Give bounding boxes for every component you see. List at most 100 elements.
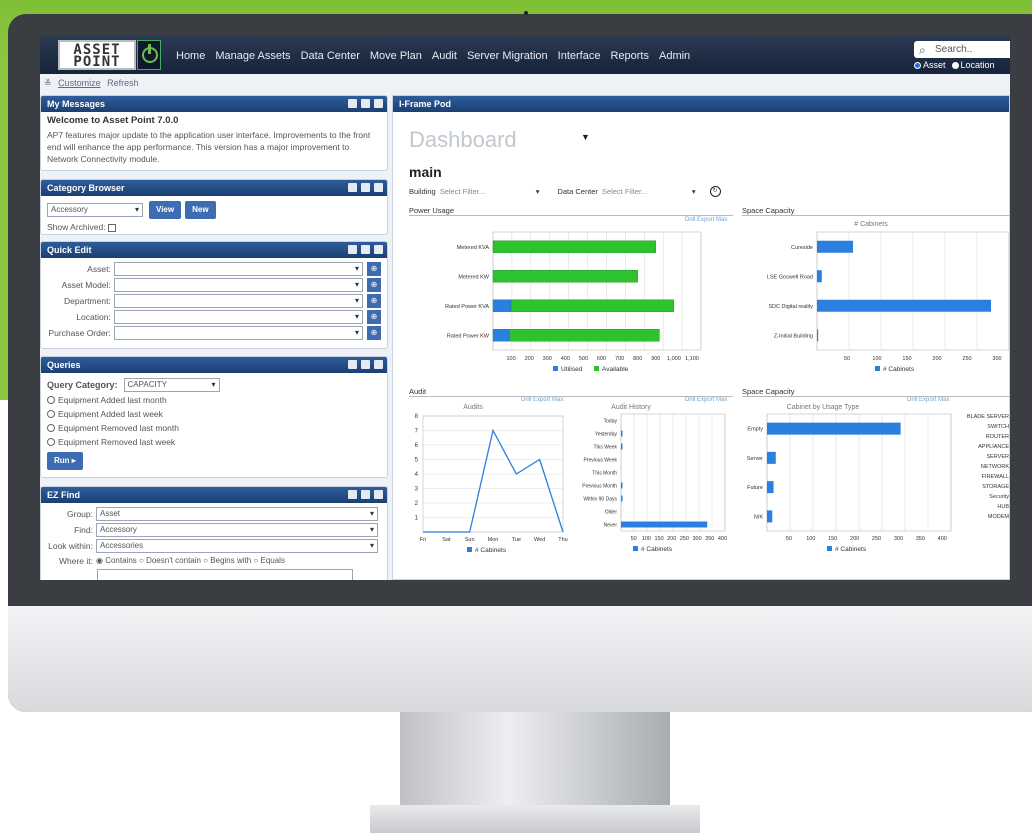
radio-location[interactable]: Location [951,60,995,70]
chart-title: Audits [463,404,483,411]
add-icon[interactable]: ⊕ [367,262,381,276]
category-label: Future [747,485,763,491]
nav-audit[interactable]: Audit [432,50,457,62]
where-contains[interactable]: ◉ Contains [96,555,137,567]
add-icon[interactable]: ⊕ [367,294,381,308]
restore-icon[interactable] [361,183,370,192]
search-input[interactable]: ⌕ Search.. [914,41,1010,58]
run-button[interactable]: Run ▸ [47,452,83,470]
category-label: Yesterday [595,432,618,438]
tick-label: Mon [488,537,499,543]
location-field[interactable] [113,310,364,324]
tick-label: 50 [631,536,637,542]
purchase-order-field[interactable] [113,326,364,340]
category-label: This Month [592,471,617,477]
side-label: Security [989,494,1009,500]
app-logo[interactable]: ASSET POINT [58,40,136,70]
category-label: Metered KVA [457,245,490,251]
panel-header: Queries [41,357,387,373]
tick-label: 200 [850,536,859,542]
queries-panel: Queries Query Category: CAPACITY Equipmen… [40,356,388,478]
nav-manage-assets[interactable]: Manage Assets [215,50,290,62]
add-icon[interactable]: ⊕ [367,310,381,324]
message-heading: Welcome to Asset Point 7.0.0 [47,115,179,126]
nav-server-migration[interactable]: Server Migration [467,50,548,62]
tick-label: 350 [705,536,714,542]
query-option[interactable]: Equipment Added last month [47,394,381,406]
where-input[interactable] [97,569,353,580]
minimize-icon[interactable] [348,99,357,108]
legend-cabinets-swatch [467,547,472,552]
radio-asset[interactable]: Asset [914,60,946,70]
tick-label: 200 [525,356,534,362]
restore-icon[interactable] [361,245,370,254]
tick-label: Fri [420,537,426,543]
find-select[interactable]: Accessory [96,523,378,537]
close-icon[interactable] [374,360,383,369]
quickedit-panel: Quick Edit Asset: ⊕ Asset Model: ⊕ Departm… [40,241,388,349]
nav-admin[interactable]: Admin [659,50,690,62]
bar-available [492,240,656,253]
tick-label: Sat [442,537,451,543]
tick-label: 200 [932,356,941,362]
restore-icon[interactable] [361,490,370,499]
asset-field[interactable] [113,262,364,276]
bar [767,510,773,523]
close-icon[interactable] [374,183,383,192]
nav-reports[interactable]: Reports [610,50,649,62]
refresh-link[interactable]: Refresh [107,78,139,88]
minimize-icon[interactable] [348,245,357,254]
nav-move-plan[interactable]: Move Plan [370,50,422,62]
show-archived-checkbox[interactable] [107,223,116,232]
bar [817,299,991,312]
where-equals[interactable]: ○ Equals [253,555,285,567]
query-option[interactable]: Equipment Removed last month [47,422,381,434]
query-option[interactable]: Equipment Added last week [47,408,381,420]
nav-interface[interactable]: Interface [558,50,601,62]
restore-icon[interactable] [361,99,370,108]
query-option[interactable]: Equipment Removed last week [47,436,381,448]
tick-label: 300 [894,536,903,542]
main-nav: Home Manage Assets Data Center Move Plan… [176,50,690,62]
category-panel: Category Browser Accessory View New Show… [40,179,388,235]
minimize-icon[interactable] [348,360,357,369]
query-category-select[interactable]: CAPACITY [123,378,220,392]
power-icon[interactable] [137,40,161,70]
customize-link[interactable]: Customize [58,78,101,88]
department-field[interactable] [113,294,364,308]
where-not-contains[interactable]: ○ Doesn't contain [139,555,201,567]
close-icon[interactable] [374,99,383,108]
bar [621,430,623,437]
restore-icon[interactable] [361,360,370,369]
asset-model-field[interactable] [113,278,364,292]
top-navbar: ASSET POINT Home Manage Assets Data Cent… [40,36,1010,74]
add-icon[interactable]: ⊕ [367,278,381,292]
add-icon[interactable]: ⊕ [367,326,381,340]
dashboard-charts: Metered KVA Metered KW Rated Power KVA Rate… [415,221,1010,554]
tick-label: 150 [654,536,663,542]
nav-home[interactable]: Home [176,50,205,62]
nav-data-center[interactable]: Data Center [301,50,360,62]
group-select[interactable]: Asset [96,507,378,521]
close-icon[interactable] [374,490,383,499]
tick-label: 800 [633,356,642,362]
close-icon[interactable] [374,245,383,254]
legend-cabinets-text: # Cabinets [475,547,507,554]
tick-label: 250 [680,536,689,542]
side-label: APPLIANCE [978,444,1009,450]
minimize-icon[interactable] [348,183,357,192]
category-select[interactable]: Accessory [47,203,143,217]
bar [621,482,623,489]
chevron-down-icon: ≚ [44,78,52,88]
tick-label: 8 [415,414,419,420]
monitor-chin [8,606,1032,712]
within-select[interactable]: Accessories [96,539,378,553]
screen: ASSET POINT Home Manage Assets Data Cent… [40,36,1010,580]
field-label: Department: [64,296,111,306]
new-button[interactable]: New [185,201,216,219]
minimize-icon[interactable] [348,490,357,499]
tick-label: 300 [992,356,1001,362]
category-label: Older [605,510,618,516]
where-begins[interactable]: ○ Begins with [203,555,251,567]
view-button[interactable]: View [149,201,182,219]
